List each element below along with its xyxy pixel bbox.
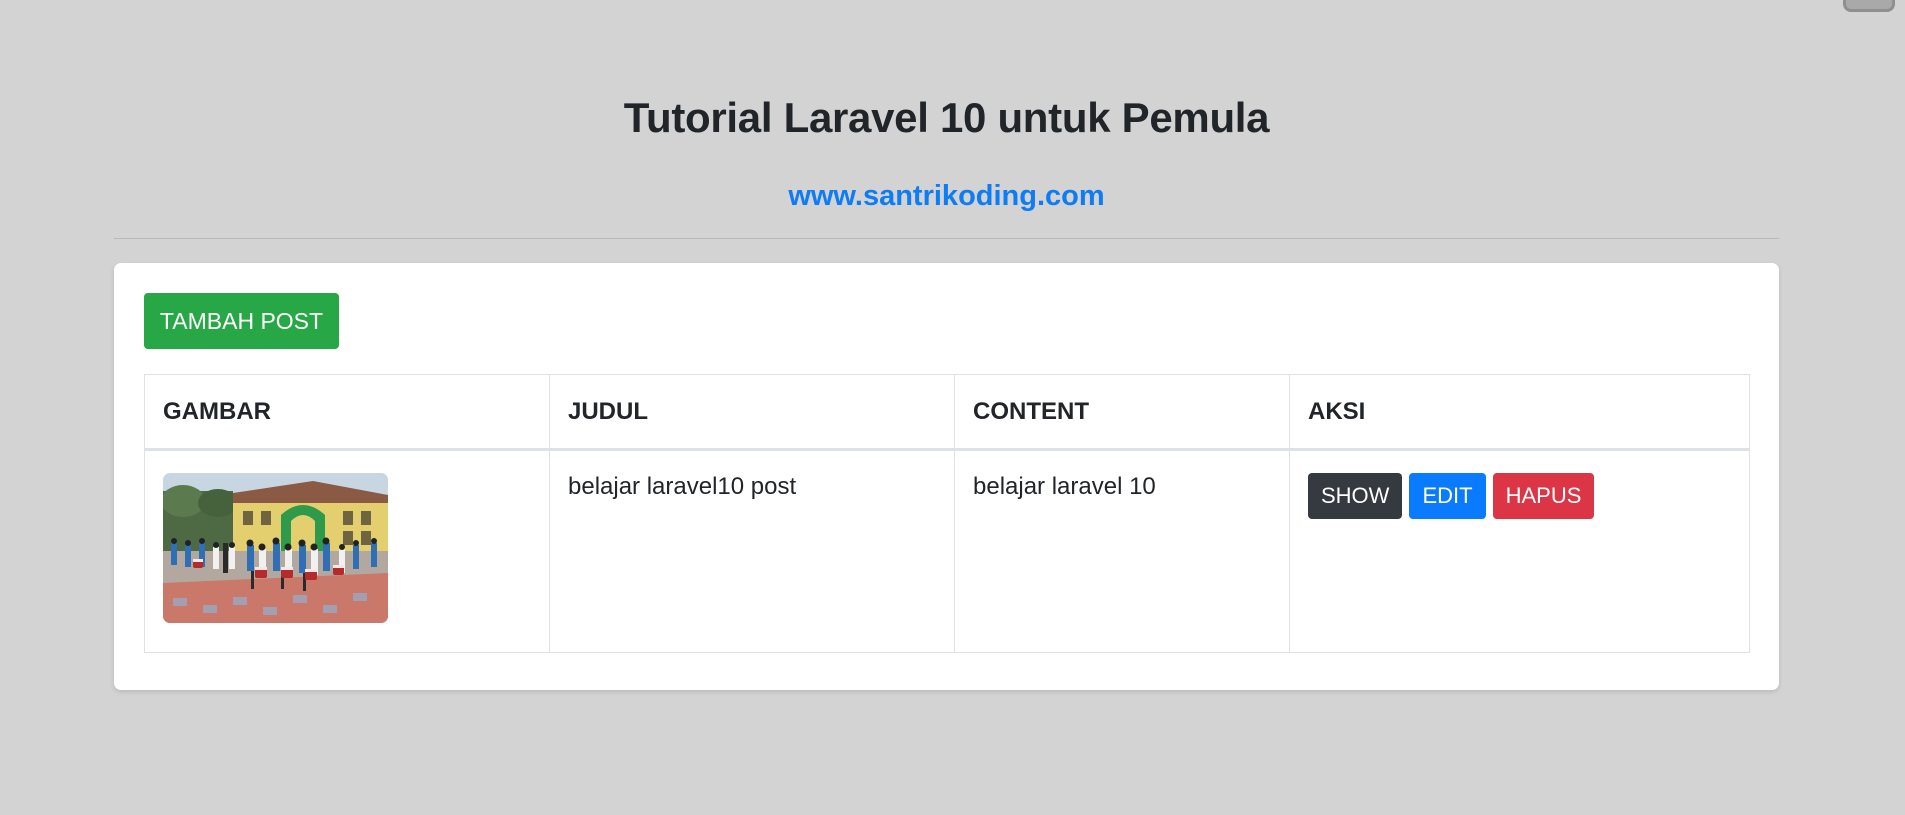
cell-aksi: SHOW EDIT HAPUS [1289, 449, 1750, 653]
window-corner-handle[interactable] [1843, 0, 1895, 12]
add-post-button[interactable]: TAMBAH POST [144, 293, 339, 349]
table-header-row: GAMBAR JUDUL CONTENT AKSI [144, 374, 1750, 451]
delete-button[interactable]: HAPUS [1492, 473, 1595, 519]
table-header: GAMBAR JUDUL CONTENT AKSI [144, 374, 1750, 451]
posts-table: GAMBAR JUDUL CONTENT AKSI belajar larave… [144, 374, 1750, 653]
table-body: belajar laravel10 post belajar laravel 1… [144, 449, 1750, 653]
site-link[interactable]: www.santrikoding.com [114, 180, 1779, 213]
column-header-gambar: GAMBAR [144, 374, 550, 451]
cell-judul: belajar laravel10 post [549, 449, 955, 653]
posts-card: TAMBAH POST GAMBAR JUDUL CONTENT AKSI be… [114, 263, 1779, 690]
post-image [163, 473, 388, 623]
header-divider [114, 238, 1779, 239]
column-header-content: CONTENT [954, 374, 1290, 451]
page-title: Tutorial Laravel 10 untuk Pemula [623, 94, 1270, 141]
column-header-aksi: AKSI [1289, 374, 1750, 451]
cell-gambar [144, 449, 550, 653]
column-header-judul: JUDUL [549, 374, 955, 451]
show-button[interactable]: SHOW [1308, 473, 1403, 519]
edit-button[interactable]: EDIT [1409, 473, 1486, 519]
cell-content: belajar laravel 10 [954, 449, 1290, 653]
table-row: belajar laravel10 post belajar laravel 1… [144, 449, 1750, 653]
action-buttons: SHOW EDIT HAPUS [1308, 473, 1595, 519]
